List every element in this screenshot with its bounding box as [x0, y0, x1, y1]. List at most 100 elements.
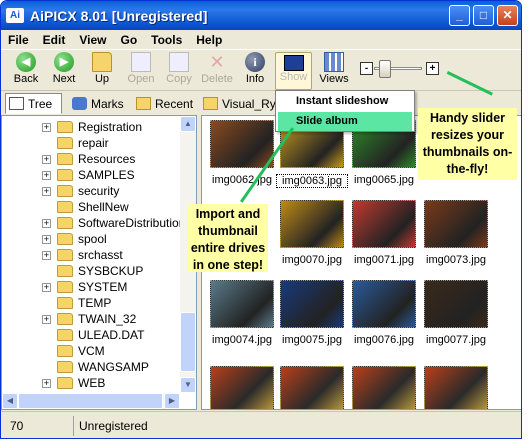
- tab-marks[interactable]: Marks: [68, 93, 128, 114]
- views-button[interactable]: Views: [315, 52, 353, 85]
- tab-path[interactable]: Visual_Ryth: [199, 93, 277, 114]
- thumbnail-caption[interactable]: img0065.jpg: [348, 174, 420, 186]
- thumbnail-image[interactable]: [210, 280, 274, 328]
- slider-callout: Handy slider resizes your thumbnails on-…: [418, 108, 517, 180]
- close-button[interactable]: ✕: [497, 5, 518, 26]
- zoom-out-button[interactable]: -: [360, 62, 373, 75]
- status-bar: 70 object(s) Unregistered: [1, 411, 521, 438]
- expand-plus-icon[interactable]: +: [42, 379, 51, 388]
- filmstrip-icon: [283, 55, 304, 71]
- thumbnail-image[interactable]: [280, 366, 344, 409]
- scroll-up-arrow-icon[interactable]: ▲: [180, 116, 196, 132]
- expand-plus-icon[interactable]: +: [42, 315, 51, 324]
- expand-plus-icon[interactable]: +: [42, 123, 51, 132]
- tree-item-label: Resources: [78, 152, 136, 166]
- tree-icon: [9, 97, 24, 110]
- expand-plus-icon[interactable]: +: [42, 235, 51, 244]
- thumbnail-caption[interactable]: img0074.jpg: [206, 334, 278, 346]
- thumbnail-image[interactable]: [352, 280, 416, 328]
- open-button[interactable]: Open: [122, 52, 160, 85]
- menu-tools[interactable]: Tools: [144, 33, 189, 47]
- scroll-right-arrow-icon[interactable]: ▶: [164, 393, 180, 409]
- thumbnail-image[interactable]: [210, 120, 274, 168]
- scroll-left-arrow-icon[interactable]: ◀: [2, 393, 18, 409]
- thumbnail-caption[interactable]: img0070.jpg: [276, 254, 348, 266]
- thumbnail-image[interactable]: [210, 366, 274, 409]
- recent-icon: [136, 97, 151, 110]
- slideshow-button[interactable]: Show: [275, 52, 312, 90]
- menu-help[interactable]: Help: [189, 33, 229, 47]
- minimize-button[interactable]: _: [449, 5, 470, 26]
- thumbnail-caption[interactable]: img0063.jpg: [276, 174, 348, 188]
- thumbnail-image[interactable]: [352, 366, 416, 409]
- menu-slide-album[interactable]: Slide album: [278, 112, 412, 131]
- import-callout: Import and thumbnail entire drives in on…: [188, 204, 268, 272]
- views-label: Views: [319, 73, 349, 85]
- scroll-thumb[interactable]: [180, 312, 196, 372]
- copy-button[interactable]: Copy: [160, 52, 198, 85]
- folder-tree[interactable]: + Registration repair + Resources + SAMPLES + se…: [1, 115, 197, 410]
- marks-icon: [72, 97, 87, 110]
- thumbnail-caption[interactable]: img0076.jpg: [348, 334, 420, 346]
- tree-item-label: WEB: [78, 376, 106, 390]
- up-button[interactable]: Up: [83, 52, 121, 85]
- menu-instant-slideshow[interactable]: Instant slideshow: [278, 92, 412, 111]
- thumbnail-image[interactable]: [424, 366, 488, 409]
- thumbnail-image[interactable]: [424, 280, 488, 328]
- thumbnail-image[interactable]: [352, 200, 416, 248]
- info-icon: i: [245, 52, 265, 72]
- title-bar[interactable]: Ai AiPICX 8.01 [Unregistered] _ □ ✕: [1, 1, 521, 30]
- maximize-button[interactable]: □: [473, 5, 494, 26]
- tree-horizontal-scrollbar[interactable]: ◀ ▶: [2, 393, 180, 409]
- folder-icon: [57, 249, 73, 261]
- next-button[interactable]: ▶ Next: [45, 52, 83, 85]
- zoom-in-button[interactable]: +: [426, 62, 439, 75]
- expand-plus-icon[interactable]: +: [42, 155, 51, 164]
- folder-icon: [57, 137, 73, 149]
- folder-icon: [57, 313, 73, 325]
- tree-item-label: WANGSAMP: [78, 360, 149, 374]
- info-button[interactable]: i Info: [236, 52, 274, 85]
- tree-item-label: SAMPLES: [78, 168, 135, 182]
- thumbnail-image[interactable]: [280, 200, 344, 248]
- status-count: 70 object(s): [10, 419, 24, 433]
- slider-thumb[interactable]: [379, 60, 391, 78]
- slideshow-label: Show: [279, 71, 308, 83]
- thumbnail-image[interactable]: [280, 280, 344, 328]
- window-title: AiPICX 8.01 [Unregistered]: [30, 7, 208, 24]
- tree-item-label: SoftwareDistribution: [78, 216, 186, 230]
- menu-file[interactable]: File: [1, 33, 36, 47]
- folder-icon: [57, 361, 73, 373]
- tree-item-label: SYSBCKUP: [78, 264, 144, 278]
- delete-button[interactable]: ✕ Delete: [198, 52, 236, 85]
- scroll-down-arrow-icon[interactable]: ▼: [180, 377, 196, 393]
- tab-tree[interactable]: Tree: [5, 93, 62, 114]
- folder-icon: [57, 297, 73, 309]
- thumbnail-caption[interactable]: img0075.jpg: [276, 334, 348, 346]
- hscroll-thumb[interactable]: [18, 393, 163, 409]
- thumbnail-caption[interactable]: img0077.jpg: [420, 334, 492, 346]
- delete-label: Delete: [201, 73, 233, 85]
- tab-recent-label: Recent: [155, 97, 194, 111]
- menu-go[interactable]: Go: [113, 33, 144, 47]
- back-button[interactable]: ◀ Back: [7, 52, 45, 85]
- tab-path-label: Visual_Ryth: [222, 97, 276, 111]
- folder-icon: [203, 97, 218, 110]
- thumbnail-caption[interactable]: img0071.jpg: [348, 254, 420, 266]
- thumbnail-caption[interactable]: img0062.jpg: [206, 174, 278, 186]
- menu-edit[interactable]: Edit: [36, 33, 73, 47]
- folder-icon: [57, 185, 73, 197]
- thumbnail-caption[interactable]: img0073.jpg: [420, 254, 492, 266]
- folder-icon: [57, 329, 73, 341]
- menu-view[interactable]: View: [72, 33, 113, 47]
- thumbnail-image[interactable]: [424, 200, 488, 248]
- expand-plus-icon[interactable]: +: [42, 283, 51, 292]
- expand-plus-icon[interactable]: +: [42, 187, 51, 196]
- expand-plus-icon[interactable]: +: [42, 219, 51, 228]
- expand-plus-icon[interactable]: +: [42, 171, 51, 180]
- tab-recent[interactable]: Recent: [132, 93, 196, 114]
- tree-item-label: TEMP: [78, 296, 112, 310]
- expand-plus-icon[interactable]: +: [42, 251, 51, 260]
- folder-icon: [57, 345, 73, 357]
- tree-item-label: Registration: [78, 120, 143, 134]
